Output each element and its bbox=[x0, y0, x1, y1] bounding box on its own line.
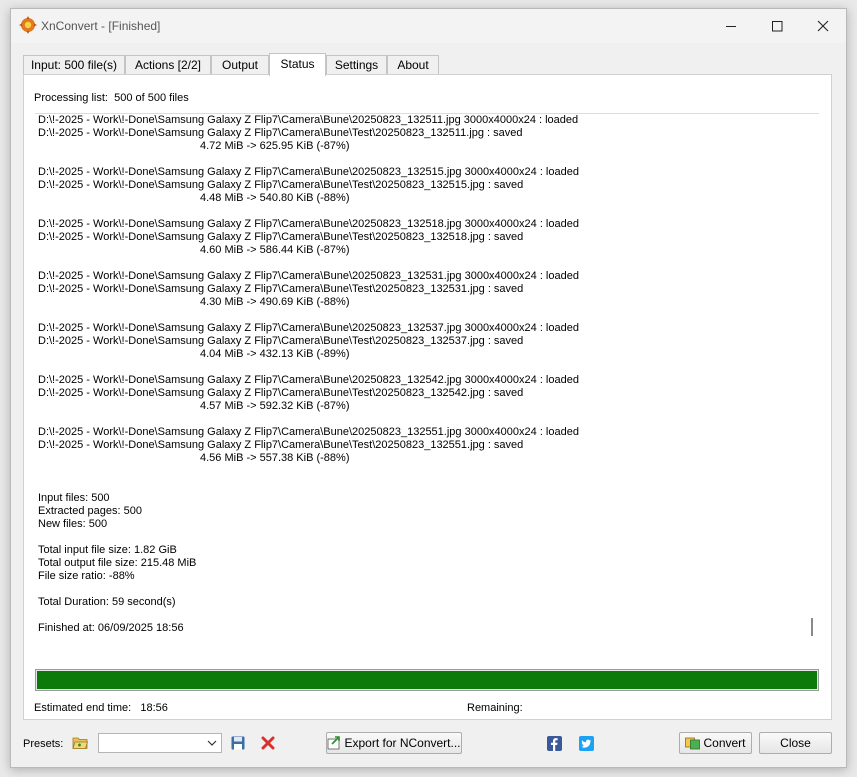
maximize-button[interactable] bbox=[754, 9, 800, 43]
log-area[interactable]: D:\!-2025 - Work\!-Done\Samsung Galaxy Z… bbox=[35, 113, 819, 657]
progress-fill bbox=[37, 671, 817, 689]
facebook-icon bbox=[546, 735, 562, 751]
log-line-size: 4.30 MiB -> 490.69 KiB (-88%) bbox=[200, 296, 350, 308]
log-line-size: 4.57 MiB -> 592.32 KiB (-87%) bbox=[200, 400, 350, 412]
log-line-loaded: D:\!-2025 - Work\!-Done\Samsung Galaxy Z… bbox=[38, 322, 579, 334]
log-line-size: 4.60 MiB -> 586.44 KiB (-87%) bbox=[200, 244, 350, 256]
estimated-end-value: 18:56 bbox=[140, 702, 168, 714]
twitter-icon bbox=[578, 735, 594, 751]
remaining-label: Remaining: bbox=[467, 702, 523, 714]
processing-value: 500 of 500 files bbox=[114, 92, 189, 104]
window-title: XnConvert - [Finished] bbox=[41, 19, 161, 33]
twitter-button[interactable] bbox=[578, 735, 594, 751]
presets-label: Presets: bbox=[23, 738, 64, 750]
log-line-saved: D:\!-2025 - Work\!-Done\Samsung Galaxy Z… bbox=[38, 179, 524, 191]
log-line-loaded: D:\!-2025 - Work\!-Done\Samsung Galaxy Z… bbox=[38, 270, 579, 282]
estimated-end-label: Estimated end time: bbox=[34, 702, 132, 714]
status-panel: Processing list: 500 of 500 files D:\!-2… bbox=[23, 74, 832, 720]
summary-duration: Total Duration: 59 second(s) bbox=[38, 596, 176, 608]
summary-input-files: Input files: 500 bbox=[38, 492, 110, 504]
progress-bar bbox=[35, 669, 819, 691]
app-window: XnConvert - [Finished] Input: 500 file(s… bbox=[10, 8, 847, 768]
summary-total-input: Total input file size: 1.82 GiB bbox=[38, 544, 177, 556]
processing-label: Processing list: bbox=[34, 92, 108, 104]
log-line-size: 4.72 MiB -> 625.95 KiB (-87%) bbox=[200, 140, 350, 152]
summary-total-output: Total output file size: 215.48 MiB bbox=[38, 557, 197, 569]
estimated-end-time: Estimated end time: 18:56 bbox=[34, 702, 168, 714]
facebook-button[interactable] bbox=[546, 735, 562, 751]
close-button[interactable]: Close bbox=[759, 732, 832, 754]
tab-actions[interactable]: Actions [2/2] bbox=[125, 55, 211, 75]
close-label: Close bbox=[780, 736, 811, 750]
convert-icon bbox=[685, 737, 701, 750]
maximize-icon bbox=[771, 20, 782, 31]
chevron-down-icon bbox=[207, 740, 217, 746]
log-line-size: 4.04 MiB -> 432.13 KiB (-89%) bbox=[200, 348, 350, 360]
log-line-saved: D:\!-2025 - Work\!-Done\Samsung Galaxy Z… bbox=[38, 335, 524, 347]
close-icon bbox=[817, 20, 829, 32]
log-line-loaded: D:\!-2025 - Work\!-Done\Samsung Galaxy Z… bbox=[38, 426, 579, 438]
title-bar[interactable]: XnConvert - [Finished] bbox=[11, 9, 846, 43]
tab-about[interactable]: About bbox=[387, 55, 439, 75]
summary-ratio: File size ratio: -88% bbox=[38, 570, 135, 582]
remaining-time: Remaining: bbox=[467, 702, 523, 714]
close-window-button[interactable] bbox=[800, 9, 846, 43]
delete-x-icon bbox=[261, 736, 275, 750]
summary-finished: Finished at: 06/09/2025 18:56 bbox=[38, 622, 184, 634]
log-line-size: 4.56 MiB -> 557.38 KiB (-88%) bbox=[200, 452, 350, 464]
xnconvert-logo-icon bbox=[19, 16, 37, 34]
log-line-loaded: D:\!-2025 - Work\!-Done\Samsung Galaxy Z… bbox=[38, 218, 579, 230]
preset-select[interactable] bbox=[98, 733, 222, 753]
export-label: Export for NConvert... bbox=[344, 736, 461, 750]
tab-settings[interactable]: Settings bbox=[326, 55, 387, 75]
minimize-button[interactable] bbox=[708, 9, 754, 43]
log-line-saved: D:\!-2025 - Work\!-Done\Samsung Galaxy Z… bbox=[38, 231, 524, 243]
folder-open-icon bbox=[72, 737, 88, 749]
summary-extracted-pages: Extracted pages: 500 bbox=[38, 505, 142, 517]
save-preset-button[interactable] bbox=[229, 734, 247, 752]
log-line-size: 4.48 MiB -> 540.80 KiB (-88%) bbox=[200, 192, 350, 204]
open-preset-button[interactable] bbox=[71, 734, 89, 752]
tab-input[interactable]: Input: 500 file(s) bbox=[23, 55, 125, 75]
export-nconvert-button[interactable]: Export for NConvert... bbox=[326, 732, 462, 754]
summary-new-files: New files: 500 bbox=[38, 518, 108, 530]
log-line-loaded: D:\!-2025 - Work\!-Done\Samsung Galaxy Z… bbox=[38, 114, 579, 126]
floppy-disk-icon bbox=[231, 736, 245, 750]
export-icon bbox=[328, 736, 341, 750]
log-scrollbar-thumb[interactable] bbox=[811, 618, 813, 636]
tab-status[interactable]: Status bbox=[269, 53, 326, 76]
log-line-saved: D:\!-2025 - Work\!-Done\Samsung Galaxy Z… bbox=[38, 439, 524, 451]
log-line-saved: D:\!-2025 - Work\!-Done\Samsung Galaxy Z… bbox=[38, 283, 524, 295]
minimize-icon bbox=[725, 25, 736, 27]
tab-output[interactable]: Output bbox=[211, 55, 269, 75]
log-line-saved: D:\!-2025 - Work\!-Done\Samsung Galaxy Z… bbox=[38, 127, 523, 139]
convert-label: Convert bbox=[703, 736, 746, 750]
convert-button[interactable]: Convert bbox=[679, 732, 752, 754]
log-line-loaded: D:\!-2025 - Work\!-Done\Samsung Galaxy Z… bbox=[38, 374, 579, 386]
log-line-saved: D:\!-2025 - Work\!-Done\Samsung Galaxy Z… bbox=[38, 387, 524, 399]
log-line-loaded: D:\!-2025 - Work\!-Done\Samsung Galaxy Z… bbox=[38, 166, 579, 178]
delete-preset-button[interactable] bbox=[259, 734, 277, 752]
processing-list: Processing list: 500 of 500 files bbox=[34, 92, 189, 104]
